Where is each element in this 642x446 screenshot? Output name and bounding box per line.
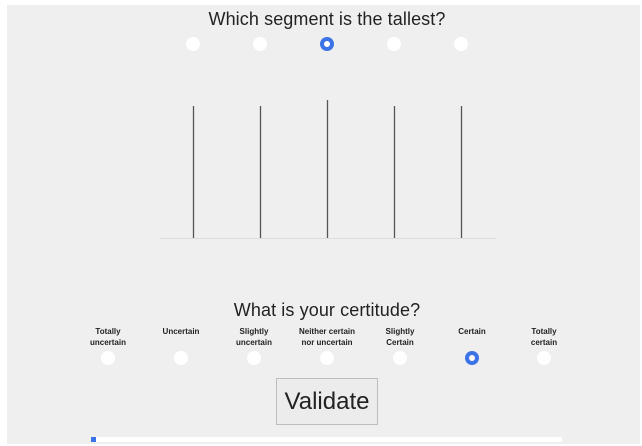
certitude-label-1: Totally uncertain	[68, 326, 148, 348]
certitude-label-line: Totally	[531, 327, 557, 336]
certitude-label-line: uncertain	[235, 338, 272, 347]
certitude-label-line: Certain	[386, 338, 414, 347]
certitude-label-line: certain	[530, 338, 558, 347]
certitude-radio-7[interactable]	[537, 351, 551, 365]
certitude-label-6: Certain	[432, 326, 512, 337]
certitude-label-line: Slightly	[385, 327, 415, 336]
certitude-label-line: Certain	[458, 327, 486, 336]
progress-bar-fill	[91, 437, 96, 442]
certitude-radio-6[interactable]	[465, 351, 479, 365]
certitude-label-line: Neither certain	[298, 327, 356, 336]
certitude-question-title: What is your certitude?	[233, 300, 421, 320]
certitude-label-line: nor uncertain	[301, 338, 353, 347]
progress-bar	[91, 437, 562, 442]
certitude-radio-5[interactable]	[393, 351, 407, 365]
certitude-label-3: Slightly uncertain	[214, 326, 294, 348]
certitude-label-4: Neither certain nor uncertain	[287, 326, 367, 348]
certitude-label-line: Totally	[95, 327, 121, 336]
certitude-radio-4[interactable]	[320, 351, 334, 365]
certitude-radio-2[interactable]	[174, 351, 188, 365]
certitude-label-line: Slightly	[239, 327, 269, 336]
certitude-radio-3[interactable]	[247, 351, 261, 365]
validate-button[interactable]: Validate	[276, 378, 378, 425]
certitude-label-line: Uncertain	[162, 327, 200, 336]
certitude-radio-1[interactable]	[101, 351, 115, 365]
certitude-label-7: Totally certain	[504, 326, 584, 348]
certitude-label-5: Slightly Certain	[360, 326, 440, 348]
certitude-label-2: Uncertain	[141, 326, 221, 337]
certitude-label-line: uncertain	[89, 338, 126, 347]
